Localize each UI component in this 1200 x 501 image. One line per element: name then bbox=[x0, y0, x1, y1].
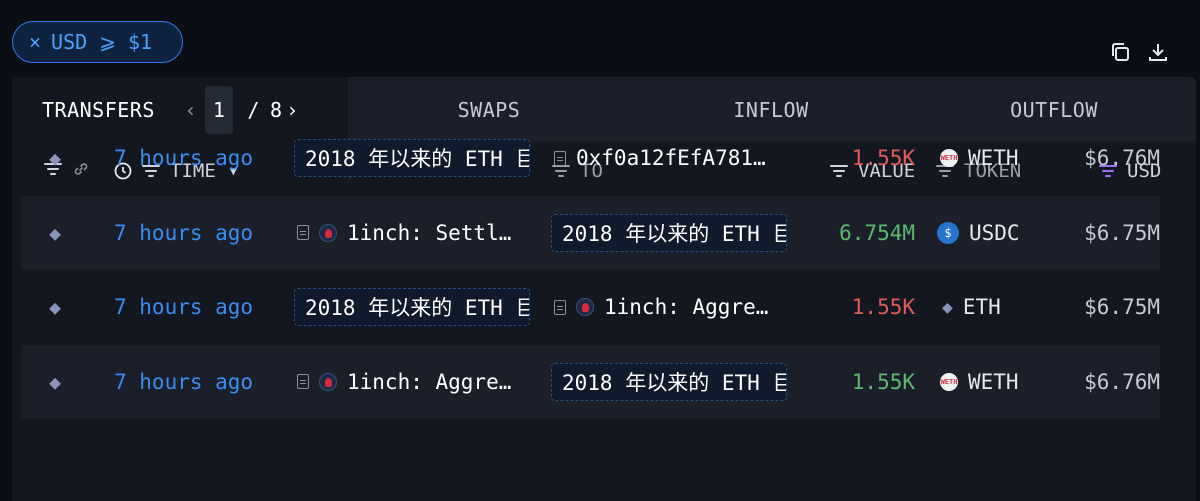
entity-label: 2018 年以来的 ETH 巨鲸 bbox=[294, 139, 530, 178]
ethereum-chain-icon: ◆ bbox=[49, 369, 62, 394]
pager-separator: / bbox=[247, 97, 260, 122]
table-row[interactable]: ◆ 7 hours ago 2018 年以来的 ETH 巨鲸 0xf0a12fE… bbox=[21, 121, 1160, 196]
token-name: WETH bbox=[968, 369, 1019, 394]
usd-amount: $6.76M bbox=[1084, 146, 1160, 171]
entity-text: 1inch: Aggre… bbox=[604, 295, 769, 320]
table-row[interactable]: ◆ 7 hours ago 1inch: Aggre… 2018 年以来的 ET… bbox=[21, 344, 1160, 419]
entity-text: 1inch: Aggre… bbox=[347, 369, 512, 394]
value-amount: 6.754M bbox=[839, 220, 915, 245]
time-link[interactable]: 7 hours ago bbox=[114, 295, 253, 319]
token-usdc[interactable]: $ USDC bbox=[937, 221, 1020, 245]
entity-label: 2018 年以来的 ETH 巨鲸 bbox=[294, 288, 530, 327]
entity-label: 2018 年以来的 ETH 巨鲸 bbox=[551, 362, 787, 401]
table-row[interactable]: ◆ 7 hours ago 2018 年以来的 ETH 巨鲸 1inch: Ag… bbox=[21, 270, 1160, 345]
1inch-logo-icon bbox=[576, 298, 594, 317]
value-amount: 1.55K bbox=[851, 146, 915, 171]
from-entity[interactable]: 2018 年以来的 ETH 巨鲸 bbox=[294, 139, 530, 178]
usd-amount: $6.76M bbox=[1084, 369, 1160, 394]
usd-amount: $6.75M bbox=[1084, 295, 1160, 320]
1inch-logo-icon bbox=[319, 372, 337, 391]
address-text: 0xf0a12fEfA781… bbox=[576, 146, 766, 171]
to-entity[interactable]: 1inch: Aggre… bbox=[554, 295, 784, 319]
ethereum-chain-icon: ◆ bbox=[49, 220, 62, 245]
usd-amount: $6.75M bbox=[1084, 220, 1160, 245]
time-link[interactable]: 7 hours ago bbox=[114, 370, 253, 394]
entity-text: 1inch: Settl… bbox=[347, 220, 512, 245]
from-entity[interactable]: 2018 年以来的 ETH 巨鲸 bbox=[294, 288, 530, 327]
contract-icon bbox=[554, 299, 566, 315]
download-icon[interactable] bbox=[1146, 40, 1170, 64]
weth-icon: WETH bbox=[940, 372, 958, 391]
contract-icon bbox=[297, 225, 309, 241]
token-eth[interactable]: ◆ ETH bbox=[942, 295, 1001, 319]
token-weth[interactable]: WETH WETH bbox=[940, 370, 1019, 394]
to-address[interactable]: 0xf0a12fEfA781… bbox=[554, 146, 784, 170]
ethereum-icon: ◆ bbox=[942, 296, 953, 318]
tab-transfers-label: TRANSFERS bbox=[42, 97, 155, 122]
to-entity[interactable]: 2018 年以来的 ETH 巨鲸 bbox=[551, 362, 787, 401]
token-weth[interactable]: WETH WETH bbox=[940, 146, 1019, 170]
contract-icon bbox=[297, 374, 309, 390]
usdc-icon: $ bbox=[937, 221, 959, 244]
time-link[interactable]: 7 hours ago bbox=[114, 146, 253, 170]
chevron-right-icon[interactable]: › bbox=[283, 98, 303, 122]
usd-filter-chip[interactable]: × USD ⩾ $1 bbox=[12, 21, 183, 63]
transfers-table: ◆ 7 hours ago 2018 年以来的 ETH 巨鲸 0xf0a12fE… bbox=[21, 121, 1160, 419]
from-entity[interactable]: 1inch: Aggre… bbox=[297, 370, 527, 394]
value-amount: 1.55K bbox=[851, 369, 915, 394]
copy-icon[interactable] bbox=[1108, 40, 1132, 64]
token-name: USDC bbox=[969, 220, 1020, 245]
to-entity[interactable]: 2018 年以来的 ETH 巨鲸 bbox=[551, 213, 787, 252]
chevron-left-icon[interactable]: ‹ bbox=[181, 98, 201, 122]
contract-icon bbox=[554, 150, 566, 166]
close-icon[interactable]: × bbox=[29, 30, 41, 54]
weth-icon: WETH bbox=[940, 149, 958, 168]
entity-label: 2018 年以来的 ETH 巨鲸 bbox=[551, 213, 787, 252]
filter-chip-label: USD ⩾ $1 bbox=[51, 30, 153, 54]
value-amount: 1.55K bbox=[851, 295, 915, 320]
from-entity[interactable]: 1inch: Settl… bbox=[297, 221, 527, 245]
table-row[interactable]: ◆ 7 hours ago 1inch: Settl… 2018 年以来的 ET… bbox=[21, 195, 1160, 270]
1inch-logo-icon bbox=[319, 223, 337, 242]
token-name: ETH bbox=[962, 295, 1001, 320]
pager-total-pages: 8 bbox=[269, 97, 283, 122]
ethereum-chain-icon: ◆ bbox=[49, 295, 62, 320]
token-name: WETH bbox=[968, 146, 1019, 171]
time-link[interactable]: 7 hours ago bbox=[114, 221, 253, 245]
ethereum-chain-icon: ◆ bbox=[49, 146, 62, 171]
